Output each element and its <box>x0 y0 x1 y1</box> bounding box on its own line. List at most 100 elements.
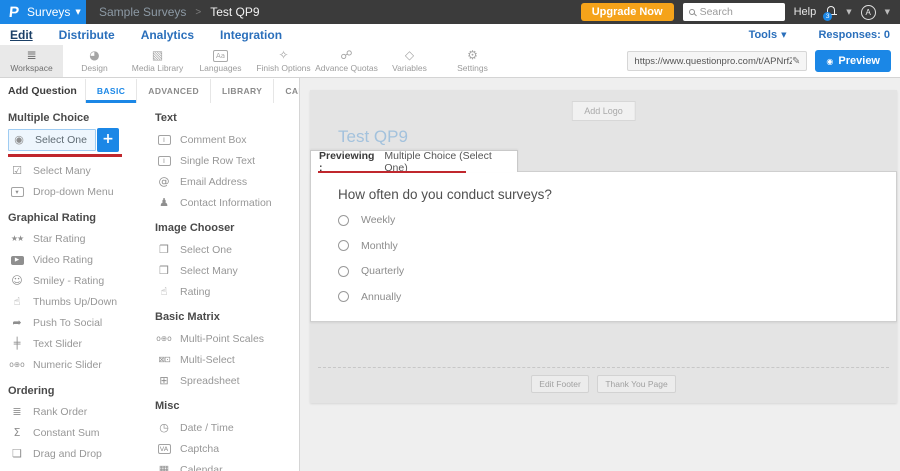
tool-design[interactable]: ◕ Design <box>63 45 126 77</box>
notifications-chevron-icon[interactable]: ▼ <box>846 8 851 16</box>
option-label: Quarterly <box>361 265 404 277</box>
question-type-rank-order[interactable]: ≣ Rank Order <box>8 402 155 423</box>
question-type-thumbs-up-down[interactable]: ☝ Thumbs Up/Down <box>8 292 155 313</box>
question-type-multi-select[interactable]: ⊠⊡ Multi-Select <box>155 349 299 370</box>
item-label: Date / Time <box>180 422 234 434</box>
avatar[interactable]: A <box>861 5 876 20</box>
option-label: Weekly <box>361 214 395 226</box>
links-icon: ☍ <box>340 49 352 62</box>
calendar-icon: ▦ <box>155 464 173 471</box>
question-type-smiley-rating[interactable]: ☺ Smiley - Rating <box>8 271 155 292</box>
question-type-email-address[interactable]: @ Email Address <box>155 171 299 192</box>
tab-basic[interactable]: BASIC <box>85 79 136 103</box>
tab-advanced[interactable]: ADVANCED <box>136 79 210 103</box>
question-type-single-row-text[interactable]: I Single Row Text <box>155 150 299 171</box>
question-type-spreadsheet[interactable]: ⊞ Spreadsheet <box>155 370 299 391</box>
workspace-icon: ≣ <box>26 49 36 62</box>
thumb-star-icon: ☝ <box>155 286 173 298</box>
question-type-date-time[interactable]: ◷ Date / Time <box>155 417 299 438</box>
section-image-chooser: Image Chooser <box>155 222 299 234</box>
answer-option-monthly[interactable]: Monthly <box>338 240 404 252</box>
tool-finish-options[interactable]: ✧ Finish Options <box>252 45 315 77</box>
radio-button-icon[interactable] <box>338 266 349 277</box>
question-type-select-one-selected[interactable]: ◉ Select One + <box>8 129 155 157</box>
notification-count-badge: 3 <box>823 12 832 21</box>
question-type-comment-box[interactable]: I Comment Box <box>155 129 299 150</box>
search-box[interactable] <box>683 3 785 21</box>
tool-workspace[interactable]: ≣ Workspace <box>0 45 63 77</box>
question-type-dropdown-menu[interactable]: ▾ Drop-down Menu <box>8 182 155 203</box>
item-label: Smiley - Rating <box>33 275 104 287</box>
add-question-plus-button[interactable]: + <box>97 128 119 152</box>
question-type-calendar[interactable]: ▦ Calendar <box>155 459 299 471</box>
tab-analytics[interactable]: Analytics <box>141 28 194 42</box>
survey-url-box[interactable]: ✎ <box>627 51 807 71</box>
item-label: Captcha <box>180 443 219 455</box>
account-chevron-icon[interactable]: ▼ <box>885 8 890 16</box>
item-label: Constant Sum <box>33 427 100 439</box>
question-type-star-rating[interactable]: ★★ Star Rating <box>8 229 155 250</box>
answer-option-weekly[interactable]: Weekly <box>338 214 404 226</box>
tool-label: Settings <box>457 63 488 73</box>
radio-button-icon[interactable] <box>338 240 349 251</box>
search-input[interactable] <box>700 6 780 18</box>
add-logo-button[interactable]: Add Logo <box>571 101 636 121</box>
upgrade-now-button[interactable]: Upgrade Now <box>581 3 674 21</box>
tool-advance-quotas[interactable]: ☍ Advance Quotas <box>315 45 378 77</box>
question-type-select-many[interactable]: ☑ Select Many <box>8 161 155 182</box>
question-type-image-select-one[interactable]: ❐ Select One <box>155 239 299 260</box>
tool-languages[interactable]: Aa Languages <box>189 45 252 77</box>
question-type-numeric-slider[interactable]: o⊕o Numeric Slider <box>8 355 155 376</box>
survey-url-input[interactable] <box>634 56 792 67</box>
section-multiple-choice: Multiple Choice <box>8 112 155 124</box>
thank-you-page-button[interactable]: Thank You Page <box>597 375 675 393</box>
radio-button-icon[interactable] <box>338 291 349 302</box>
item-label: Spreadsheet <box>180 375 240 387</box>
question-type-video-rating[interactable]: ▶ Video Rating <box>8 250 155 271</box>
answer-option-quarterly[interactable]: Quarterly <box>338 265 404 277</box>
preview-label: Preview <box>838 55 880 67</box>
questionpro-logo[interactable]: P <box>8 4 20 21</box>
checkbox-stack-icon: ☑ <box>8 165 26 177</box>
responses-count[interactable]: Responses: 0 <box>818 29 890 41</box>
tag-icon: ◇ <box>405 49 414 62</box>
question-type-captcha[interactable]: VA Captcha <box>155 438 299 459</box>
tab-canvas[interactable]: CANVAS <box>273 79 300 103</box>
tab-edit[interactable]: Edit <box>10 28 33 42</box>
tool-label: Media Library <box>132 63 184 73</box>
edit-url-pencil-icon[interactable]: ✎ <box>792 56 800 67</box>
tool-media-library[interactable]: ▧ Media Library <box>126 45 189 77</box>
surveys-product-menu[interactable]: P Surveys ▼ <box>0 0 86 24</box>
tab-distribute[interactable]: Distribute <box>59 28 115 42</box>
question-type-constant-sum[interactable]: Σ Constant Sum <box>8 423 155 444</box>
eye-icon: ◉ <box>826 57 833 66</box>
question-type-image-rating[interactable]: ☝ Rating <box>155 281 299 302</box>
edit-footer-button[interactable]: Edit Footer <box>531 375 589 393</box>
preview-button[interactable]: ◉ Preview <box>815 50 891 72</box>
thumb-icon: ☝ <box>8 296 26 308</box>
image-select-many-icon: ❒ <box>155 265 173 277</box>
tool-settings[interactable]: ⚙ Settings <box>441 45 504 77</box>
item-label: Single Row Text <box>180 155 255 167</box>
breadcrumb-parent[interactable]: Sample Surveys <box>99 5 186 19</box>
tool-variables[interactable]: ◇ Variables <box>378 45 441 77</box>
question-type-push-to-social[interactable]: ➦ Push To Social <box>8 313 155 334</box>
answer-option-annually[interactable]: Annually <box>338 291 404 303</box>
tools-menu[interactable]: Tools ▼ <box>749 29 787 41</box>
ordered-list-icon: ≣ <box>8 406 26 418</box>
notifications-bell-icon[interactable]: 3 <box>825 6 837 18</box>
item-label: Rank Order <box>33 406 87 418</box>
tab-library[interactable]: LIBRARY <box>210 79 273 103</box>
question-type-image-select-many[interactable]: ❒ Select Many <box>155 260 299 281</box>
help-link[interactable]: Help <box>794 6 817 18</box>
radio-button-icon[interactable] <box>338 215 349 226</box>
item-label: Drop-down Menu <box>33 186 114 198</box>
question-type-text-slider[interactable]: ╪ Text Slider <box>8 334 155 355</box>
question-type-drag-and-drop[interactable]: ❏ Drag and Drop <box>8 444 155 465</box>
image-icon: ▧ <box>152 49 163 62</box>
item-label: Text Slider <box>33 338 82 350</box>
question-type-multi-point-scales[interactable]: o⊕o Multi-Point Scales <box>155 328 299 349</box>
person-icon: ♟ <box>155 197 173 209</box>
question-type-contact-information[interactable]: ♟ Contact Information <box>155 192 299 213</box>
tab-integration[interactable]: Integration <box>220 28 282 42</box>
